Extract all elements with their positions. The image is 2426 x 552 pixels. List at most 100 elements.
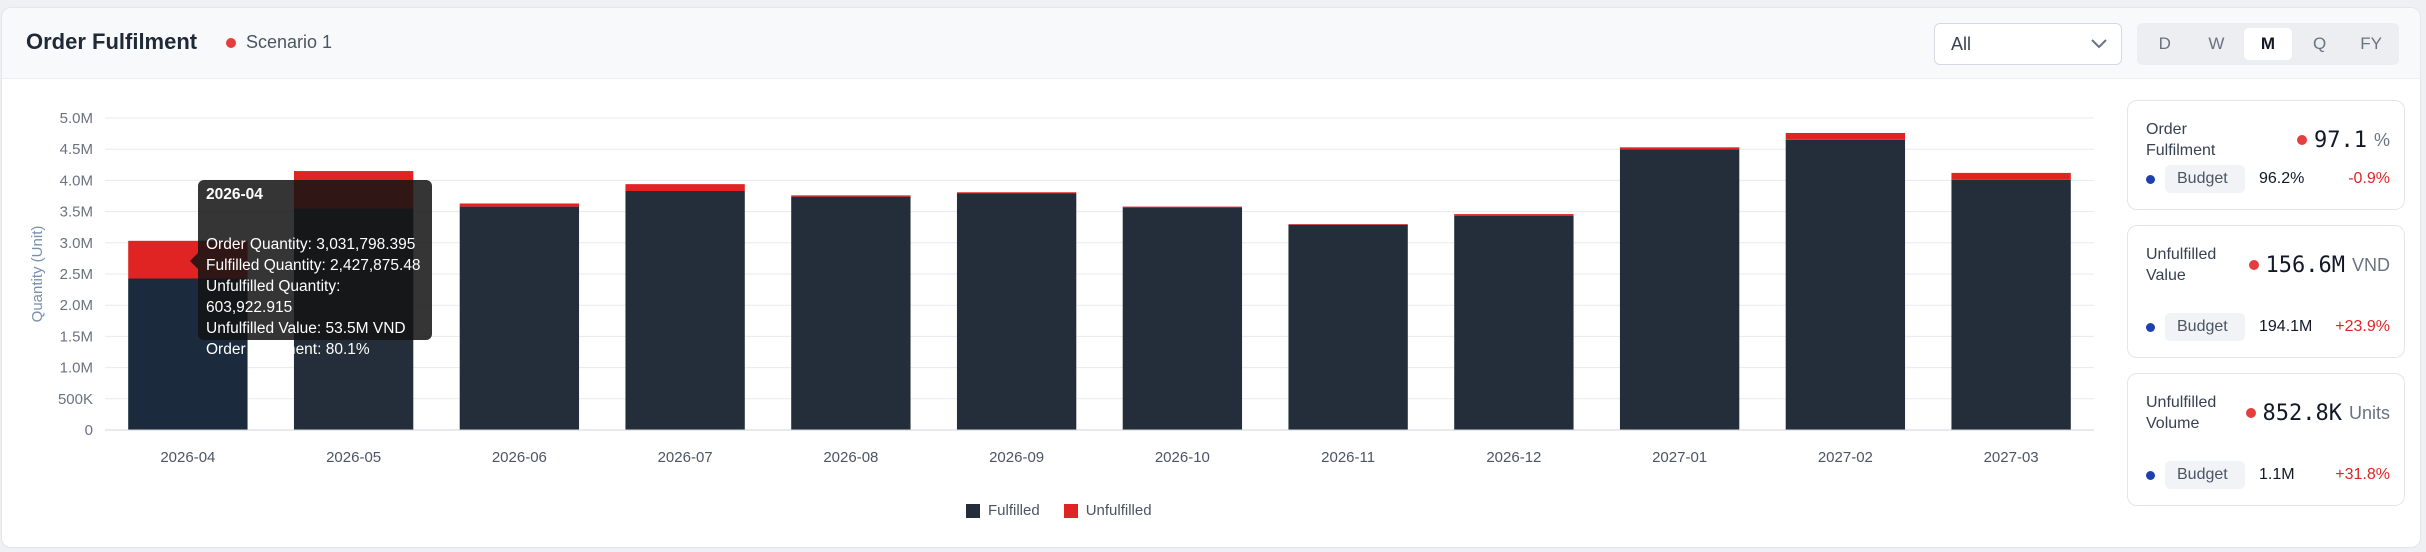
x-tick-label: 2026-05 <box>326 449 381 466</box>
bar-unfulfilled-2027-03 <box>1951 172 2071 180</box>
kpi-value: 852.8K <box>2262 400 2342 426</box>
kpi-unit: Units <box>2348 402 2390 423</box>
bar-fulfilled-2027-03 <box>1951 179 2071 430</box>
bar-fulfilled-2027-02 <box>1785 139 1906 430</box>
y-tick-label: 500K <box>58 391 93 408</box>
card-title: Order Fulfilment <box>26 29 198 54</box>
x-tick-label: 2026-04 <box>160 449 215 466</box>
y-tick-label: 5.0M <box>60 110 93 127</box>
budget-value: 1.1M <box>2259 466 2295 483</box>
bar-unfulfilled-2026-11 <box>1288 224 1408 225</box>
filter-dropdown[interactable]: All <box>1934 23 2122 65</box>
bar-unfulfilled-2026-08 <box>791 195 911 197</box>
bar-unfulfilled-2027-01 <box>1619 147 1740 150</box>
bar-fulfilled-2026-10 <box>1122 207 1243 430</box>
order-fulfilment-card: Order Fulfilment Scenario 1 All D W M Q … <box>1 7 2421 548</box>
kpi-unit: % <box>2373 129 2390 150</box>
legend-swatch-fulfilled <box>966 503 980 518</box>
bar-fulfilled-2026-11 <box>1288 224 1408 430</box>
legend-item-fulfilled[interactable]: Fulfilled <box>966 502 1040 519</box>
y-tick-label: 4.5M <box>60 141 93 158</box>
bar-unfulfilled-2026-10 <box>1122 206 1243 208</box>
kpi-card-unfulfilled-volume[interactable]: Unfulfilled Volume 852.8K Units Budget 1… <box>2127 373 2405 506</box>
kpi-status-dot-icon <box>2245 408 2256 418</box>
bar-unfulfilled-2026-06 <box>459 203 580 207</box>
tooltip-unfulfilled-quantity: Unfulfilled Quantity: 603,922.915 <box>206 278 341 316</box>
bar-fulfilled-2026-06 <box>459 206 580 430</box>
y-tick-label: 3.0M <box>60 235 93 252</box>
x-tick-label: 2026-11 <box>1321 449 1375 466</box>
legend-label-unfulfilled: Unfulfilled <box>1085 502 1152 519</box>
tooltip-order-quantity: Order Quantity: 3,031,798.395 <box>206 236 416 253</box>
x-tick-label: 2026-09 <box>989 449 1044 466</box>
legend-item-unfulfilled[interactable]: Unfulfilled <box>1063 502 1152 519</box>
bar-unfulfilled-2026-12 <box>1454 214 1574 216</box>
bar-fulfilled-2026-12 <box>1454 215 1574 430</box>
period-month-button[interactable]: M <box>2244 28 2292 60</box>
budget-value: 194.1M <box>2259 318 2313 335</box>
budget-dot-icon <box>2146 470 2155 480</box>
bar-fulfilled-2026-07 <box>625 191 745 430</box>
period-toggle: D W M Q FY <box>2137 23 2399 65</box>
bar-unfulfilled-2026-07 <box>625 184 745 192</box>
period-quarter-button[interactable]: Q <box>2296 28 2344 60</box>
x-tick-label: 2026-12 <box>1486 449 1541 466</box>
budget-dot-icon <box>2146 174 2155 184</box>
tooltip-unfulfilled-value: Unfulfilled Value: 53.5M VND <box>206 320 406 337</box>
chart-tooltip: 2026-04 Order Quantity: 3,031,798.395 Fu… <box>190 180 432 358</box>
x-tick-label: 2026-06 <box>492 449 547 466</box>
x-tick-label: 2027-02 <box>1818 449 1873 466</box>
scenario-indicator: Scenario 1 <box>226 32 332 53</box>
scenario-label: Scenario 1 <box>246 32 333 52</box>
budget-label: Budget <box>2165 165 2245 193</box>
tooltip-fulfilled-quantity: Fulfilled Quantity: 2,427,875.48 <box>206 257 421 274</box>
chevron-down-icon <box>2091 39 2107 49</box>
bar-fulfilled-2026-09 <box>956 193 1077 430</box>
kpi-value: 156.6M <box>2265 252 2345 278</box>
bar-unfulfilled-2027-02 <box>1785 132 1906 140</box>
kpi-card-unfulfilled-value[interactable]: Unfulfilled Value 156.6M VND Budget 194.… <box>2127 225 2405 358</box>
variance-value: +31.8% <box>2335 466 2390 483</box>
y-tick-label: 3.5M <box>60 204 93 221</box>
legend-swatch-unfulfilled <box>1063 503 1078 518</box>
y-tick-label: 2.5M <box>60 266 93 283</box>
bar-unfulfilled-2026-09 <box>956 192 1077 194</box>
tooltip-order-fulfilment: Order Fulfilment: 80.1% <box>206 341 370 358</box>
budget-label: Budget <box>2165 313 2245 341</box>
x-tick-label: 2026-10 <box>1155 449 1210 466</box>
variance-value: -0.9% <box>2348 170 2390 187</box>
card-header: Order Fulfilment Scenario 1 All D W M Q … <box>2 8 2420 79</box>
legend-label-fulfilled: Fulfilled <box>988 502 1040 519</box>
tooltip-title: 2026-04 <box>206 186 263 203</box>
y-tick-label: 4.0M <box>60 172 93 189</box>
period-day-button[interactable]: D <box>2141 28 2189 60</box>
y-axis-label: Quantity (Unit) <box>29 226 46 323</box>
chart-legend: Fulfilled Unfulfilled <box>966 502 1152 519</box>
kpi-label: Unfulfilled Value <box>2146 246 2217 284</box>
kpi-status-dot-icon <box>2248 260 2259 270</box>
bar-fulfilled-2027-01 <box>1619 149 1740 430</box>
scenario-dot-icon <box>226 37 236 48</box>
bar-fulfilled-2026-08 <box>791 196 911 430</box>
kpi-status-dot-icon <box>2297 135 2307 145</box>
variance-value: +23.9% <box>2335 318 2390 335</box>
kpi-label: Unfulfilled Volume <box>2146 394 2217 432</box>
kpi-label: Order Fulfilment <box>2146 121 2216 159</box>
budget-value: 96.2% <box>2259 170 2305 187</box>
x-tick-label: 2026-08 <box>823 449 878 466</box>
y-tick-label: 1.0M <box>60 360 93 377</box>
y-tick-label: 1.5M <box>60 328 93 345</box>
x-tick-label: 2027-01 <box>1652 449 1707 466</box>
kpi-card-order-fulfilment[interactable]: Order Fulfilment 97.1 % Budget 96.2% -0.… <box>2127 100 2405 210</box>
period-fiscal-year-button[interactable]: FY <box>2347 28 2395 60</box>
y-tick-label: 2.0M <box>60 297 93 314</box>
x-tick-label: 2026-07 <box>658 449 713 466</box>
kpi-value: 97.1 <box>2314 127 2367 153</box>
budget-label: Budget <box>2165 461 2245 489</box>
budget-dot-icon <box>2146 322 2155 332</box>
x-tick-label: 2027-03 <box>1984 449 2039 466</box>
kpi-unit: VND <box>2351 254 2390 275</box>
filter-dropdown-value: All <box>1951 33 1972 54</box>
period-week-button[interactable]: W <box>2193 28 2241 60</box>
y-tick-label: 0 <box>85 422 93 439</box>
